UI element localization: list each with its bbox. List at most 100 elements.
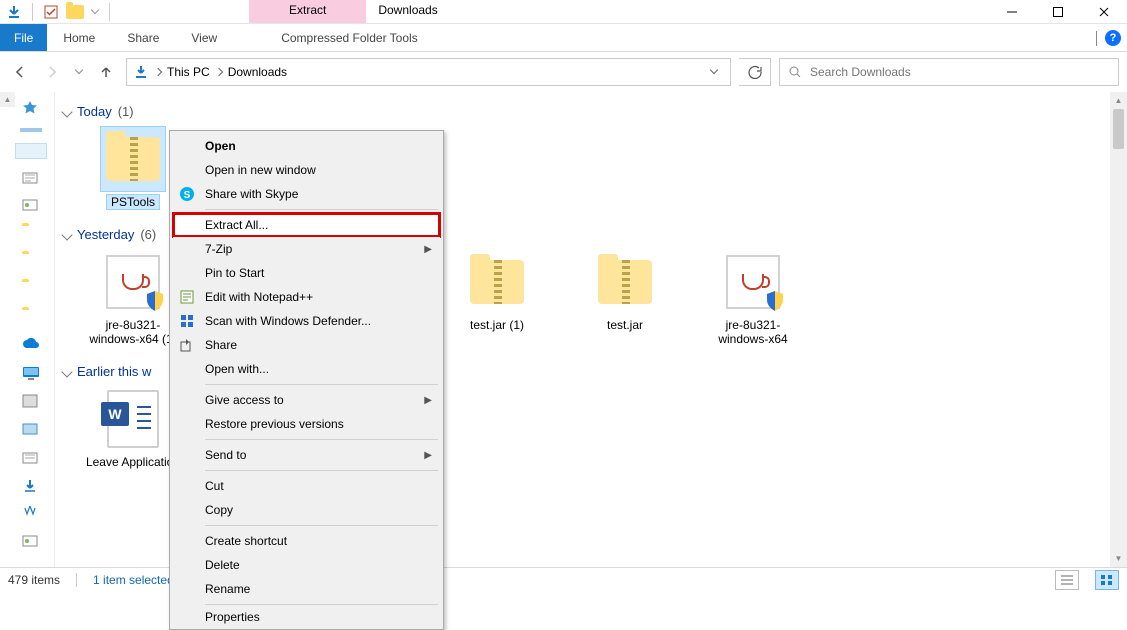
separator (32, 3, 33, 21)
titlebar-dropdown-icon[interactable] (89, 2, 101, 22)
extract-context-tab[interactable]: Extract (249, 0, 366, 23)
history-dropdown[interactable] (72, 60, 86, 84)
group-header-today[interactable]: Today (1) (63, 100, 1127, 127)
navigation-pane[interactable]: ▲ (0, 92, 55, 567)
address-bar[interactable]: This PC Downloads (126, 58, 731, 86)
sidebar-item[interactable] (22, 254, 42, 270)
file-label: test.jar (607, 318, 643, 332)
details-view-button[interactable] (1055, 570, 1079, 590)
down-arrow-icon[interactable] (4, 2, 24, 22)
scroll-thumb[interactable] (1113, 109, 1124, 149)
ctx-open-new-window[interactable]: Open in new window (173, 158, 440, 182)
ribbon-expand-icon[interactable] (1096, 31, 1097, 45)
scroll-down-button[interactable]: ▼ (1110, 550, 1127, 567)
sidebar-item[interactable] (22, 310, 42, 326)
context-menu: Open Open in new window SShare with Skyp… (169, 130, 444, 630)
file-tab[interactable]: File (0, 24, 47, 51)
status-item-count: 479 items (8, 573, 60, 587)
file-label: jre-8u321-windows-x64 (1) (85, 318, 181, 346)
sidebar-item[interactable] (22, 282, 42, 298)
separator (205, 439, 438, 440)
group-label: Today (77, 104, 112, 119)
sidebar-item-downloads[interactable] (16, 144, 46, 158)
chevron-down-icon (61, 366, 72, 377)
ctx-give-access[interactable]: Give access to▶ (173, 388, 440, 412)
submenu-arrow-icon: ▶ (424, 450, 432, 461)
quick-access-icon[interactable] (22, 100, 42, 116)
ctx-share[interactable]: Share (173, 333, 440, 357)
file-tile-jre1[interactable]: jre-8u321-windows-x64 (1) (85, 250, 181, 346)
group-label: Earlier this w (77, 364, 151, 379)
sidebar-item[interactable] (22, 422, 42, 438)
ctx-rename[interactable]: Rename (173, 577, 440, 601)
ctx-extract-all[interactable]: Extract All... (173, 213, 440, 237)
sidebar-item[interactable] (22, 198, 42, 214)
ctx-pin-start[interactable]: Pin to Start (173, 261, 440, 285)
onedrive-icon[interactable] (22, 338, 42, 354)
sidebar-item[interactable] (22, 478, 42, 494)
ctx-copy[interactable]: Copy (173, 498, 440, 522)
close-button[interactable] (1081, 0, 1127, 23)
maximize-button[interactable] (1035, 0, 1081, 23)
crumb-chevron-icon[interactable] (154, 68, 162, 76)
separator (205, 604, 438, 605)
this-pc-icon[interactable] (22, 366, 42, 382)
sidebar-item[interactable] (22, 450, 42, 466)
ctx-create-shortcut[interactable]: Create shortcut (173, 529, 440, 553)
file-tile-pstools[interactable]: PSTools (85, 127, 181, 209)
ctx-send-to[interactable]: Send to▶ (173, 443, 440, 467)
separator (205, 209, 438, 210)
ctx-open[interactable]: Open (173, 134, 440, 158)
address-dropdown-icon[interactable] (704, 71, 724, 73)
compressed-folder-tools-tab[interactable]: Compressed Folder Tools (263, 24, 436, 51)
home-tab[interactable]: Home (47, 24, 111, 51)
file-tile-leave-application[interactable]: W Leave Application (85, 387, 181, 469)
ctx-notepad[interactable]: Edit with Notepad++ (173, 285, 440, 309)
ctx-cut[interactable]: Cut (173, 474, 440, 498)
ctx-properties[interactable]: Properties (173, 608, 440, 626)
scroll-up-button[interactable]: ▲ (1110, 92, 1127, 109)
folder-icon[interactable] (65, 2, 85, 22)
titlebar: Extract Downloads (0, 0, 1127, 24)
crumb-chevron-icon[interactable] (214, 68, 222, 76)
ctx-7zip[interactable]: 7-Zip▶ (173, 237, 440, 261)
share-tab[interactable]: Share (111, 24, 175, 51)
ctx-share-skype[interactable]: SShare with Skype (173, 182, 440, 206)
separator (205, 384, 438, 385)
sidebar-item[interactable] (22, 170, 42, 186)
group-label: Yesterday (77, 227, 134, 242)
defender-icon (177, 314, 197, 328)
sidebar-item[interactable] (22, 394, 42, 410)
sidebar-item[interactable] (22, 226, 42, 242)
downloads-folder-icon (133, 64, 149, 80)
sidebar-item[interactable] (22, 534, 42, 550)
ctx-delete[interactable]: Delete (173, 553, 440, 577)
file-tile-testjar[interactable]: test.jar (577, 250, 673, 346)
forward-button[interactable] (40, 60, 64, 84)
ctx-defender[interactable]: Scan with Windows Defender... (173, 309, 440, 333)
file-tile-jre2[interactable]: jre-8u321-windows-x64 (705, 250, 801, 346)
sidebar-scroll-up[interactable]: ▲ (0, 92, 15, 107)
minimize-button[interactable] (989, 0, 1035, 23)
checkmark-icon[interactable] (41, 2, 61, 22)
large-icons-view-button[interactable] (1095, 570, 1119, 590)
ctx-open-with[interactable]: Open with... (173, 357, 440, 381)
breadcrumb-this-pc[interactable]: This PC (167, 65, 210, 79)
group-count: (6) (140, 227, 156, 242)
breadcrumb-downloads[interactable]: Downloads (228, 65, 287, 79)
content-scrollbar[interactable]: ▲ ▼ (1110, 92, 1127, 567)
search-box[interactable] (779, 58, 1119, 86)
sidebar-item[interactable] (22, 506, 42, 522)
sidebar-item[interactable] (20, 128, 42, 132)
file-tile-testjar1[interactable]: test.jar (1) (449, 250, 545, 346)
share-icon (177, 338, 197, 352)
help-icon[interactable]: ? (1105, 30, 1121, 46)
up-button[interactable] (94, 60, 118, 84)
view-tab[interactable]: View (175, 24, 233, 51)
file-label: test.jar (1) (470, 318, 524, 332)
separator (205, 470, 438, 471)
back-button[interactable] (8, 60, 32, 84)
ctx-restore-versions[interactable]: Restore previous versions (173, 412, 440, 436)
search-input[interactable] (810, 65, 1110, 79)
refresh-button[interactable] (739, 58, 771, 86)
